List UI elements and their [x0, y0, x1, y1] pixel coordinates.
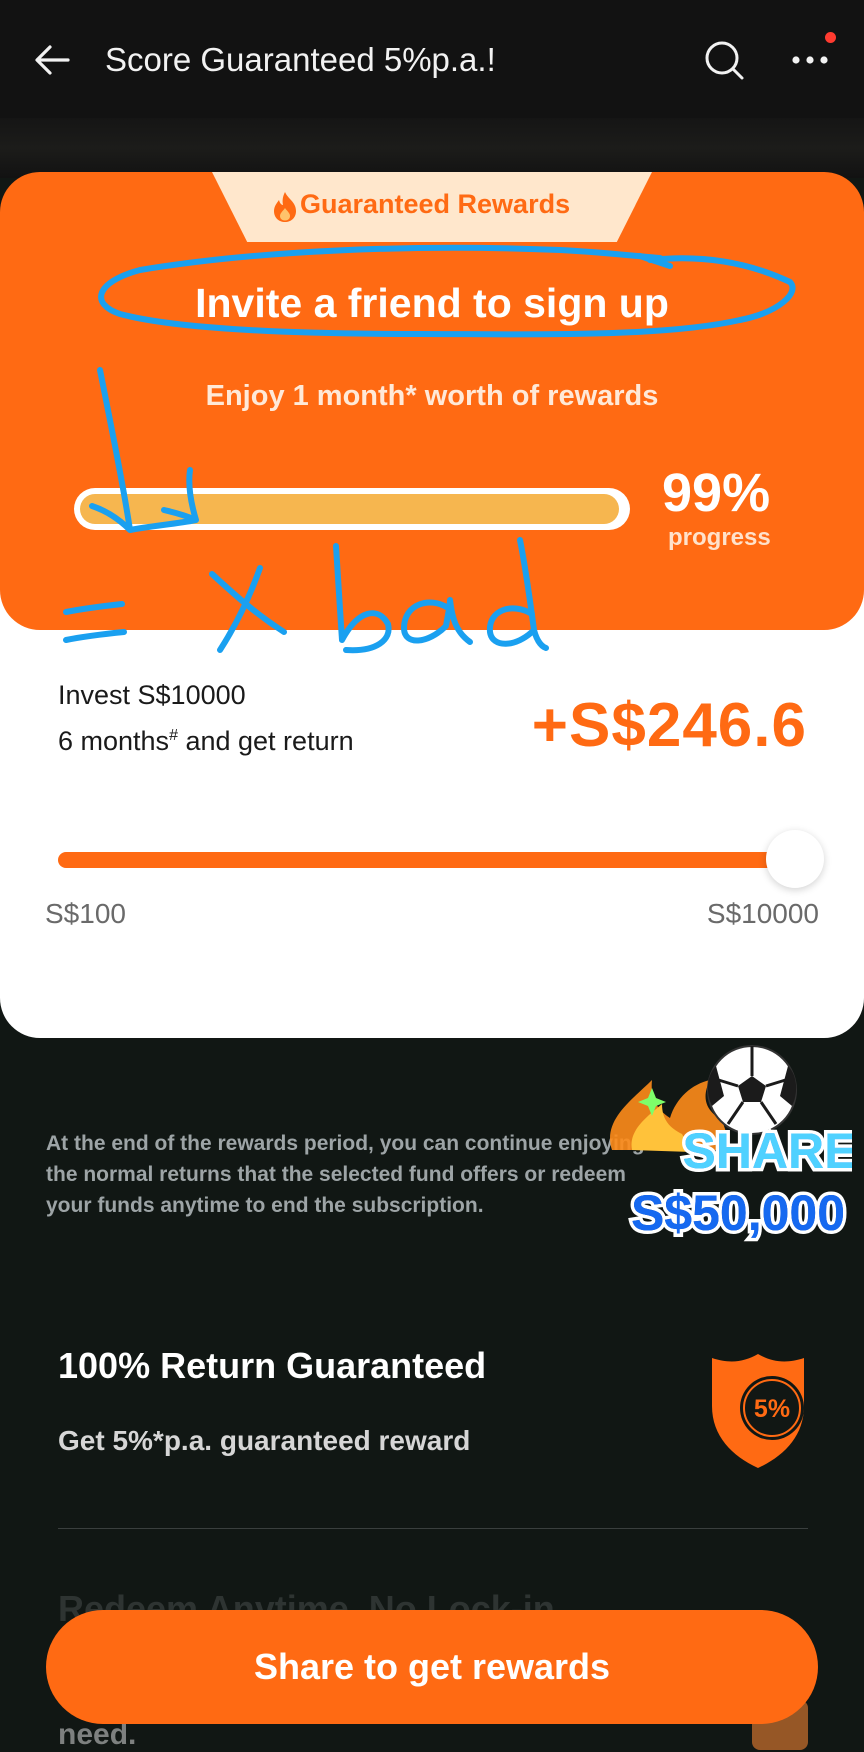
rewards-tab-label: Guaranteed Rewards [300, 189, 571, 219]
notification-dot [825, 32, 836, 43]
amount-slider-track[interactable] [58, 852, 796, 868]
guaranteed-rewards-card: Guaranteed Rewards Invite a friend to si… [0, 172, 864, 630]
share-promo-badge[interactable]: SHARE SHARE S$50,000 S$50,000 [592, 1040, 861, 1250]
share-badge-line2-fill: S$50,000 [631, 1185, 845, 1241]
invest-period-rest: and get return [177, 726, 354, 756]
slider-max-label: S$10000 [706, 898, 819, 929]
share-badge-line1-fill: SHARE [682, 1123, 852, 1179]
flame-icon [270, 190, 300, 224]
slider-min-label: S$100 [45, 898, 126, 929]
invite-subline: Enjoy 1 month* worth of rewards [205, 380, 659, 412]
shield-icon: 5% [704, 1352, 812, 1470]
guarantee-subtitle: Get 5%*p.a. guaranteed reward [58, 1425, 471, 1456]
invest-amount-label: Invest S$10000 [58, 680, 246, 710]
return-amount: +S$246.6 [531, 691, 807, 760]
invite-progress-bar [74, 488, 630, 530]
page-title: Score Guaranteed 5%p.a.! [105, 41, 496, 78]
amount-slider-handle[interactable] [766, 830, 824, 888]
footnote-mark: # [169, 727, 178, 744]
soccer-ball-icon [707, 1045, 797, 1135]
rewards-tab-header: Guaranteed Rewards [212, 172, 652, 242]
section-divider [58, 1528, 808, 1529]
progress-percent: 99% [662, 463, 771, 523]
invest-period-text: 6 months [58, 726, 170, 756]
rewards-period-info: At the end of the rewards period, you ca… [46, 1132, 645, 1217]
guarantee-title: 100% Return Guaranteed [58, 1345, 487, 1386]
invite-progress-fill [80, 494, 619, 524]
shield-badge-text: 5% [754, 1395, 790, 1423]
header-banner-strip [0, 118, 864, 178]
invite-headline: Invite a friend to sign up [195, 280, 669, 326]
invest-period-label: 6 months# and get return [58, 726, 354, 757]
more-horizontal-icon[interactable] [786, 32, 842, 84]
arrow-left-icon[interactable] [30, 36, 78, 84]
progress-label: progress [668, 524, 771, 551]
top-bar: Score Guaranteed 5%p.a.! [0, 0, 864, 118]
share-to-get-rewards-button[interactable]: Share to get rewards [46, 1610, 818, 1724]
search-icon[interactable] [700, 36, 748, 84]
